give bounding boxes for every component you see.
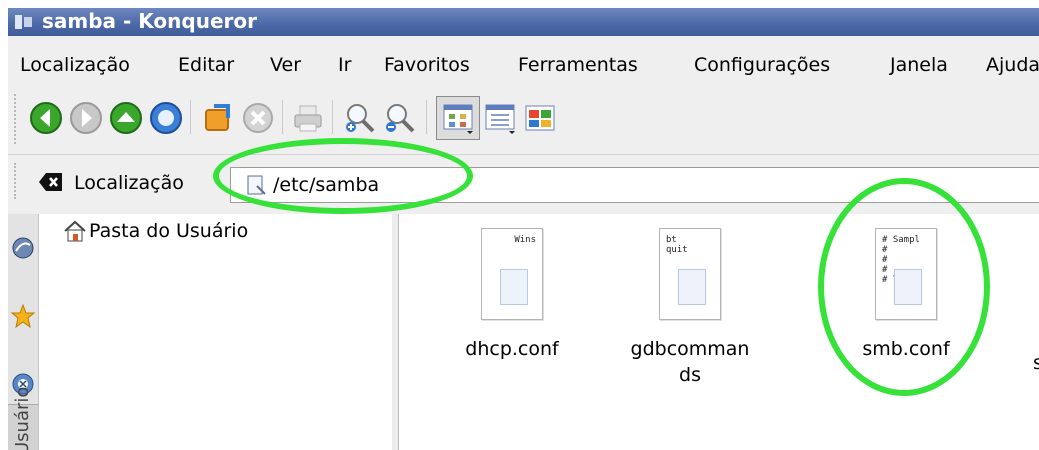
locationbar-grip[interactable] — [14, 163, 20, 199]
file-icon-view: Wins dhcp.conf bt quit gdbcommands # Sam… — [399, 214, 1039, 450]
page-glyph — [894, 269, 922, 305]
sidebar-tab-strip: Usuário — [8, 214, 39, 450]
split-view-icon — [525, 105, 555, 131]
back-button[interactable] — [26, 98, 66, 138]
stop-icon — [243, 103, 273, 133]
clear-location-icon[interactable] — [38, 172, 64, 192]
back-icon — [30, 102, 62, 134]
pane-splitter[interactable] — [392, 214, 399, 450]
file-preview-text: Wins — [514, 235, 536, 245]
file-name: gdbcommands — [630, 338, 750, 386]
stop-button[interactable] — [238, 98, 278, 138]
sidebar-vertical-tab-label: Usuário — [12, 386, 33, 450]
file-name: smb.conf — [862, 338, 950, 360]
list-view-button[interactable] — [480, 98, 520, 138]
menu-ajuda[interactable]: Ajuda — [986, 54, 1039, 76]
star-icon — [10, 303, 36, 329]
konqueror-window: samba - Konqueror Localização Editar Ver… — [8, 8, 1039, 450]
forward-icon — [70, 102, 102, 134]
main-toolbar — [8, 90, 1039, 148]
list-view-icon — [485, 104, 515, 134]
print-icon — [294, 105, 322, 132]
menu-ir[interactable]: Ir — [338, 54, 351, 76]
page-glyph — [500, 269, 528, 305]
sidebar-tree: Pasta do Usuário — [39, 214, 393, 450]
toolbar-separator — [190, 100, 191, 134]
menu-favoritos[interactable]: Favoritos — [384, 54, 470, 76]
window-title: samba - Konqueror — [42, 9, 257, 33]
toolbar-separator — [332, 100, 333, 134]
zoom-in-button[interactable] — [340, 98, 380, 138]
menu-ver[interactable]: Ver — [270, 54, 301, 76]
menu-bar: Localização Editar Ver Ir Favoritos Ferr… — [8, 36, 1039, 86]
toolbar-separator — [426, 100, 427, 134]
menu-ferramentas[interactable]: Ferramentas — [518, 54, 638, 76]
location-value: /etc/samba — [273, 174, 380, 196]
home-button[interactable] — [146, 98, 186, 138]
file-preview-text: bt quit — [666, 235, 688, 255]
up-button[interactable] — [106, 98, 146, 138]
zoom-out-icon — [386, 104, 415, 133]
split-view-button[interactable] — [520, 98, 560, 138]
page-glyph — [678, 269, 706, 305]
zoom-in-icon — [346, 104, 375, 133]
reload-button[interactable] — [198, 98, 238, 138]
location-input[interactable]: /etc/samba — [230, 167, 1039, 203]
file-item-gdbcommands[interactable]: bt quit gdbcommands — [615, 228, 765, 388]
reload-icon — [205, 104, 230, 131]
file-item-partial[interactable]: s — [1033, 228, 1039, 376]
text-file-icon: # Sampl # # # # This — [875, 228, 937, 320]
file-item-dhcp-conf[interactable]: Wins dhcp.conf — [437, 228, 587, 362]
file-item-smb-conf[interactable]: # Sampl # # # # This smb.conf — [831, 228, 981, 362]
file-name: dhcp.conf — [465, 338, 559, 360]
sidebar-tab-bookmarks[interactable] — [10, 296, 36, 336]
location-bar: Localização /etc/samba — [8, 154, 1039, 205]
home-folder-icon — [64, 220, 86, 242]
menu-editar[interactable]: Editar — [178, 54, 234, 76]
menu-localizacao[interactable]: Localização — [20, 54, 130, 76]
app-icon — [15, 15, 32, 29]
up-icon — [110, 102, 142, 134]
title-bar[interactable]: samba - Konqueror — [8, 8, 1039, 36]
forward-button[interactable] — [66, 98, 106, 138]
zoom-out-button[interactable] — [380, 98, 420, 138]
home-icon — [150, 102, 182, 134]
text-file-icon: bt quit — [659, 228, 721, 320]
print-button[interactable] — [288, 98, 328, 138]
folder-page-icon — [247, 175, 266, 195]
icon-view-icon — [443, 104, 473, 134]
text-file-icon: Wins — [481, 228, 543, 320]
location-label: Localização — [74, 172, 184, 194]
menu-configuracoes[interactable]: Configurações — [694, 54, 830, 76]
sidebar-tab-network[interactable] — [10, 228, 36, 268]
toolbar-grip[interactable] — [14, 94, 20, 144]
network-icon — [12, 237, 34, 259]
icon-view-button[interactable] — [436, 96, 480, 140]
toolbar-separator — [282, 100, 283, 134]
tree-item-label: Pasta do Usuário — [89, 220, 249, 242]
file-name: s — [1033, 352, 1039, 374]
sidebar-tab-user-folder[interactable]: Usuário — [8, 387, 38, 450]
menu-janela[interactable]: Janela — [890, 54, 948, 76]
